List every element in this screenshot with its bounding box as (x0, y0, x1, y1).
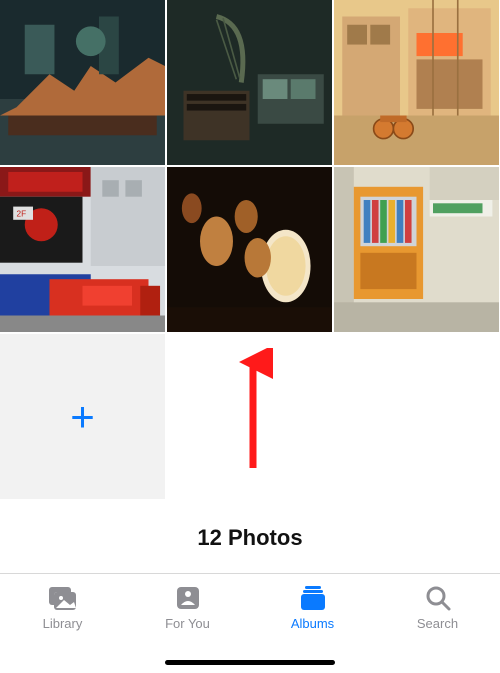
tab-bar: Library For You Albums Search (0, 573, 500, 673)
plus-icon: + (70, 396, 95, 438)
home-indicator[interactable] (165, 660, 335, 665)
photo-count-label: 12 Photos (0, 499, 500, 561)
tab-albums[interactable]: Albums (250, 584, 375, 631)
empty-tile (167, 334, 332, 499)
search-icon (421, 584, 455, 612)
photo-thumbnail[interactable] (167, 0, 332, 165)
empty-tile (334, 334, 499, 499)
tab-label: Albums (291, 616, 334, 631)
for-you-icon (171, 584, 205, 612)
albums-icon (296, 584, 330, 612)
tab-label: Search (417, 616, 458, 631)
library-icon (46, 584, 80, 612)
photo-thumbnail[interactable] (334, 0, 499, 165)
photo-grid: 2F (0, 0, 500, 499)
svg-text:2F: 2F (17, 210, 27, 219)
photo-thumbnail[interactable] (167, 167, 332, 332)
tab-label: Library (43, 616, 83, 631)
tab-for-you[interactable]: For You (125, 584, 250, 631)
photo-thumbnail[interactable]: 2F (0, 167, 165, 332)
photo-thumbnail[interactable] (0, 0, 165, 165)
photo-thumbnail[interactable] (334, 167, 499, 332)
tab-label: For You (165, 616, 210, 631)
tab-search[interactable]: Search (375, 584, 500, 631)
tab-library[interactable]: Library (0, 584, 125, 631)
add-photo-button[interactable]: + (0, 334, 165, 499)
